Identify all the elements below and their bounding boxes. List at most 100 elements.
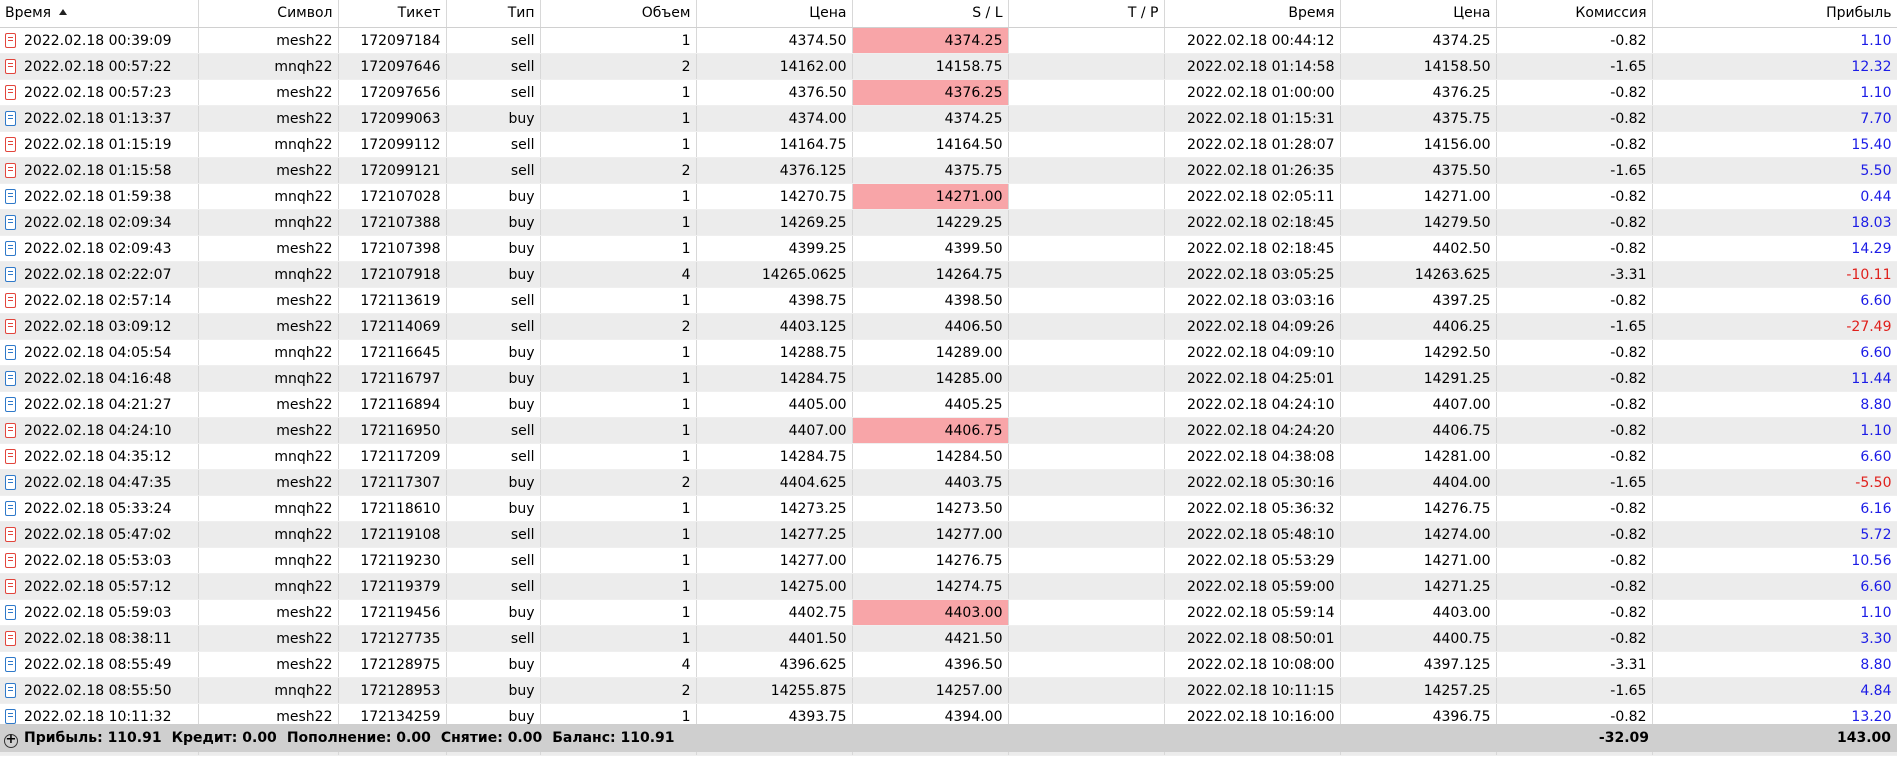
cell-close-price: 4406.25 [1340, 313, 1497, 340]
header-ticket[interactable]: Тикет [338, 0, 447, 28]
cell-commission: -0.82 [1496, 105, 1653, 132]
cell-symbol: mnqh22 [198, 677, 339, 704]
sort-ascending-icon [59, 9, 68, 15]
sell-order-icon [5, 292, 16, 308]
cell-open-time: 2022.02.18 03:09:12 [0, 313, 199, 340]
header-close-time[interactable]: Время [1164, 0, 1341, 28]
table-row[interactable]: 2022.02.18 04:35:12 mnqh22 172117209 sell 1 1… [0, 443, 1897, 470]
table-row[interactable]: 2022.02.18 01:15:19 mnqh22 172099112 sell 1 1… [0, 131, 1897, 158]
table-row[interactable]: 2022.02.18 05:57:12 mnqh22 172119379 sell 1 1… [0, 573, 1897, 600]
cell-volume: 1 [540, 547, 697, 574]
cell-profit: 14.29 [1652, 235, 1897, 262]
cell-open-price: 4374.50 [696, 27, 853, 54]
cell-open-price: 14273.25 [696, 495, 853, 522]
header-open-time[interactable]: Время [0, 0, 199, 28]
table-row[interactable]: 2022.02.18 08:38:11 mesh22 172127735 sell 1 4… [0, 625, 1897, 652]
cell-close-price: 14276.75 [1340, 495, 1497, 522]
table-row[interactable]: 2022.02.18 04:21:27 mesh22 172116894 buy 1 44… [0, 391, 1897, 418]
cell-open-time: 2022.02.18 01:59:38 [0, 183, 199, 210]
open-time-text: 2022.02.18 04:05:54 [24, 344, 172, 361]
buy-order-icon [5, 500, 16, 516]
table-row[interactable]: 2022.02.18 04:47:35 mesh22 172117307 buy 2 44… [0, 469, 1897, 496]
cell-symbol: mesh22 [198, 625, 339, 652]
table-row[interactable]: 2022.02.18 00:39:09 mesh22 172097184 sell 1 4… [0, 27, 1897, 54]
cell-type: buy [446, 209, 541, 236]
table-row[interactable]: 2022.02.18 05:33:24 mnqh22 172118610 buy 1 14… [0, 495, 1897, 522]
header-commission[interactable]: Комиссия [1496, 0, 1653, 28]
cell-ticket: 172099121 [338, 157, 447, 184]
table-row[interactable]: 2022.02.18 02:57:14 mesh22 172113619 sell 1 4… [0, 287, 1897, 314]
cell-sl: 4398.50 [852, 287, 1009, 314]
cell-volume: 1 [540, 417, 697, 444]
cell-tp [1008, 599, 1165, 626]
table-row[interactable]: 2022.02.18 03:09:12 mesh22 172114069 sell 2 4… [0, 313, 1897, 340]
open-time-text: 2022.02.18 01:59:38 [24, 188, 172, 205]
cell-commission: -0.82 [1496, 131, 1653, 158]
table-row[interactable]: 2022.02.18 01:15:58 mesh22 172099121 sell 2 4… [0, 157, 1897, 184]
open-time-text: 2022.02.18 08:55:49 [24, 656, 172, 673]
cell-ticket: 172118610 [338, 495, 447, 522]
header-tp[interactable]: T / P [1008, 0, 1165, 28]
table-row[interactable]: 2022.02.18 01:13:37 mesh22 172099063 buy 1 43… [0, 105, 1897, 132]
summary-deposit: Пополнение: 0.00 [286, 730, 431, 746]
open-time-text: 2022.02.18 04:16:48 [24, 370, 172, 387]
cell-open-time: 2022.02.18 04:05:54 [0, 339, 199, 366]
open-time-text: 2022.02.18 05:59:03 [24, 604, 172, 621]
cell-open-time: 2022.02.18 04:35:12 [0, 443, 199, 470]
cell-ticket: 172119230 [338, 547, 447, 574]
open-time-text: 2022.02.18 03:09:12 [24, 318, 172, 335]
cell-open-price: 14270.75 [696, 183, 853, 210]
cell-commission: -0.82 [1496, 365, 1653, 392]
cell-close-price: 14281.00 [1340, 443, 1497, 470]
cell-open-time: 2022.02.18 05:47:02 [0, 521, 199, 548]
table-row[interactable]: 2022.02.18 04:24:10 mesh22 172116950 sell 1 4… [0, 417, 1897, 444]
table-row[interactable]: 2022.02.18 05:47:02 mnqh22 172119108 sell 1 1… [0, 521, 1897, 548]
cell-symbol: mnqh22 [198, 209, 339, 236]
table-row[interactable]: 2022.02.18 04:16:48 mnqh22 172116797 buy 1 14… [0, 365, 1897, 392]
cell-volume: 2 [540, 157, 697, 184]
table-row[interactable]: 2022.02.18 04:05:54 mnqh22 172116645 buy 1 14… [0, 339, 1897, 366]
table-row[interactable]: 2022.02.18 01:59:38 mnqh22 172107028 buy 1 14… [0, 183, 1897, 210]
cell-tp [1008, 105, 1165, 132]
cell-type: buy [446, 677, 541, 704]
open-time-text: 2022.02.18 00:39:09 [24, 32, 172, 49]
cell-commission: -1.65 [1496, 469, 1653, 496]
cell-volume: 1 [540, 27, 697, 54]
summary-bar: + Прибыль: 110.91 Кредит: 0.00 Пополнение: … [0, 724, 1897, 752]
cell-ticket: 172119456 [338, 599, 447, 626]
table-row[interactable]: 2022.02.18 08:55:49 mesh22 172128975 buy 4 43… [0, 651, 1897, 678]
open-time-text: 2022.02.18 02:09:34 [24, 214, 172, 231]
cell-open-price: 14269.25 [696, 209, 853, 236]
cell-tp [1008, 443, 1165, 470]
header-symbol[interactable]: Символ [198, 0, 339, 28]
table-row[interactable]: 2022.02.18 02:22:07 mnqh22 172107918 buy 4 14… [0, 261, 1897, 288]
buy-order-icon [5, 240, 16, 256]
cell-type: buy [446, 495, 541, 522]
expand-plus-icon[interactable]: + [4, 733, 18, 748]
buy-order-icon [5, 266, 16, 282]
table-row[interactable]: 2022.02.18 02:09:34 mnqh22 172107388 buy 1 14… [0, 209, 1897, 236]
cell-volume: 1 [540, 521, 697, 548]
header-volume[interactable]: Объем [540, 0, 697, 28]
table-row[interactable]: 2022.02.18 05:59:03 mesh22 172119456 buy 1 44… [0, 599, 1897, 626]
header-type[interactable]: Тип [446, 0, 541, 28]
table-row[interactable]: 2022.02.18 02:09:43 mesh22 172107398 buy 1 43… [0, 235, 1897, 262]
buy-order-icon [5, 708, 16, 724]
table-row[interactable]: 2022.02.18 05:53:03 mnqh22 172119230 sell 1 1… [0, 547, 1897, 574]
header-profit[interactable]: Прибыль [1652, 0, 1897, 28]
cell-profit: 7.70 [1652, 105, 1897, 132]
cell-sl: 14274.75 [852, 573, 1009, 600]
cell-commission: -0.82 [1496, 287, 1653, 314]
cell-tp [1008, 547, 1165, 574]
header-open-price[interactable]: Цена [696, 0, 853, 28]
cell-ticket: 172127735 [338, 625, 447, 652]
header-sl[interactable]: S / L [852, 0, 1009, 28]
table-row[interactable]: 2022.02.18 00:57:22 mnqh22 172097646 sell 2 1… [0, 53, 1897, 80]
cell-profit: 0.44 [1652, 183, 1897, 210]
table-row[interactable]: 2022.02.18 00:57:23 mesh22 172097656 sell 1 4… [0, 79, 1897, 106]
cell-open-price: 14265.0625 [696, 261, 853, 288]
header-close-price[interactable]: Цена [1340, 0, 1497, 28]
cell-type: buy [446, 183, 541, 210]
cell-type: buy [446, 105, 541, 132]
table-row[interactable]: 2022.02.18 08:55:50 mnqh22 172128953 buy 2 14… [0, 677, 1897, 704]
